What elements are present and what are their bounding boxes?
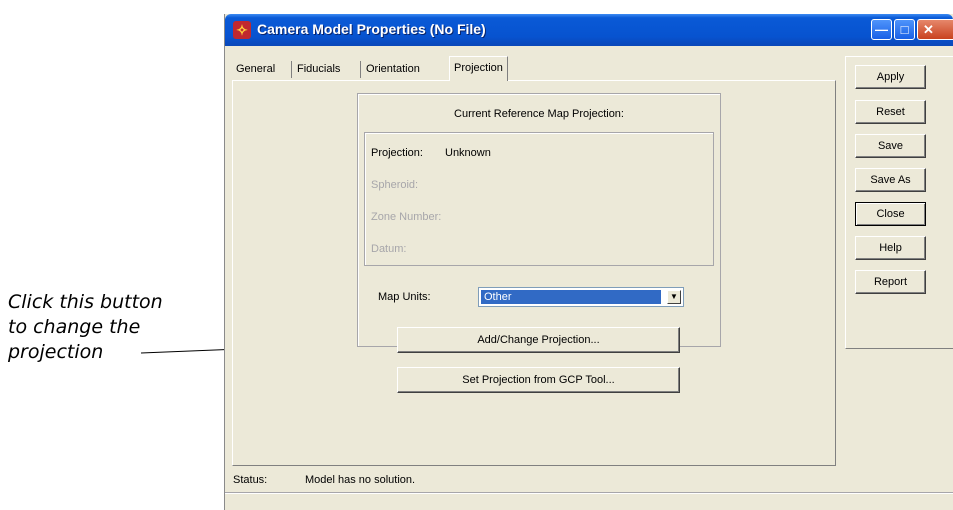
save-button[interactable]: Save: [855, 134, 926, 158]
chevron-down-icon[interactable]: ▼: [667, 290, 681, 304]
title-bar[interactable]: ✧ Camera Model Properties (No File) — □ …: [225, 14, 953, 46]
zone-number-label: Zone Number:: [371, 211, 442, 223]
tab-divider: [360, 61, 361, 78]
close-button[interactable]: Close: [855, 202, 926, 226]
reset-button[interactable]: Reset: [855, 100, 926, 124]
status-text: Model has no solution.: [305, 474, 416, 486]
projection-label: Projection:: [371, 147, 423, 159]
camera-model-properties-dialog: ✧ Camera Model Properties (No File) — □ …: [224, 14, 953, 510]
projection-tab-panel: Current Reference Map Projection: Projec…: [232, 80, 836, 466]
status-divider: [225, 492, 953, 494]
close-icon[interactable]: ✕: [917, 19, 953, 40]
tab-fiducials[interactable]: Fiducials: [293, 58, 344, 80]
projection-info-box: Projection: Unknown Spheroid: Zone Numbe…: [364, 132, 714, 266]
current-projection-group: Current Reference Map Projection: Projec…: [357, 93, 721, 347]
group-title: Current Reference Map Projection:: [454, 108, 624, 120]
callout-line-2: to change the: [8, 316, 141, 338]
tab-orientation[interactable]: Orientation: [362, 58, 424, 80]
tab-projection[interactable]: Projection: [449, 56, 508, 81]
window-title: Camera Model Properties (No File): [257, 21, 486, 37]
datum-label: Datum:: [371, 243, 407, 255]
help-button[interactable]: Help: [855, 236, 926, 260]
map-units-value: Other: [481, 290, 661, 304]
tab-general[interactable]: General: [232, 58, 279, 80]
minimize-icon[interactable]: —: [871, 19, 892, 40]
callout-text: Click this button to change the projecti…: [8, 290, 218, 365]
app-logo-icon: ✧: [233, 21, 251, 39]
tab-divider: [291, 61, 292, 78]
add-change-projection-button[interactable]: Add/Change Projection...: [397, 327, 680, 353]
save-as-button[interactable]: Save As: [855, 168, 926, 192]
apply-button[interactable]: Apply: [855, 65, 926, 89]
set-projection-from-gcp-button[interactable]: Set Projection from GCP Tool...: [397, 367, 680, 393]
status-label: Status:: [233, 474, 268, 486]
projection-value: Unknown: [445, 147, 491, 159]
map-units-select[interactable]: Other ▼: [478, 287, 684, 307]
spheroid-label: Spheroid:: [371, 179, 419, 191]
maximize-icon[interactable]: □: [894, 19, 915, 40]
callout-line-1: Click this button: [8, 291, 163, 313]
callout-line-3: projection: [8, 341, 104, 363]
side-button-panel: Apply Reset Save Save As Close Help Repo…: [845, 56, 953, 349]
report-button[interactable]: Report: [855, 270, 926, 294]
map-units-label: Map Units:: [378, 291, 431, 303]
